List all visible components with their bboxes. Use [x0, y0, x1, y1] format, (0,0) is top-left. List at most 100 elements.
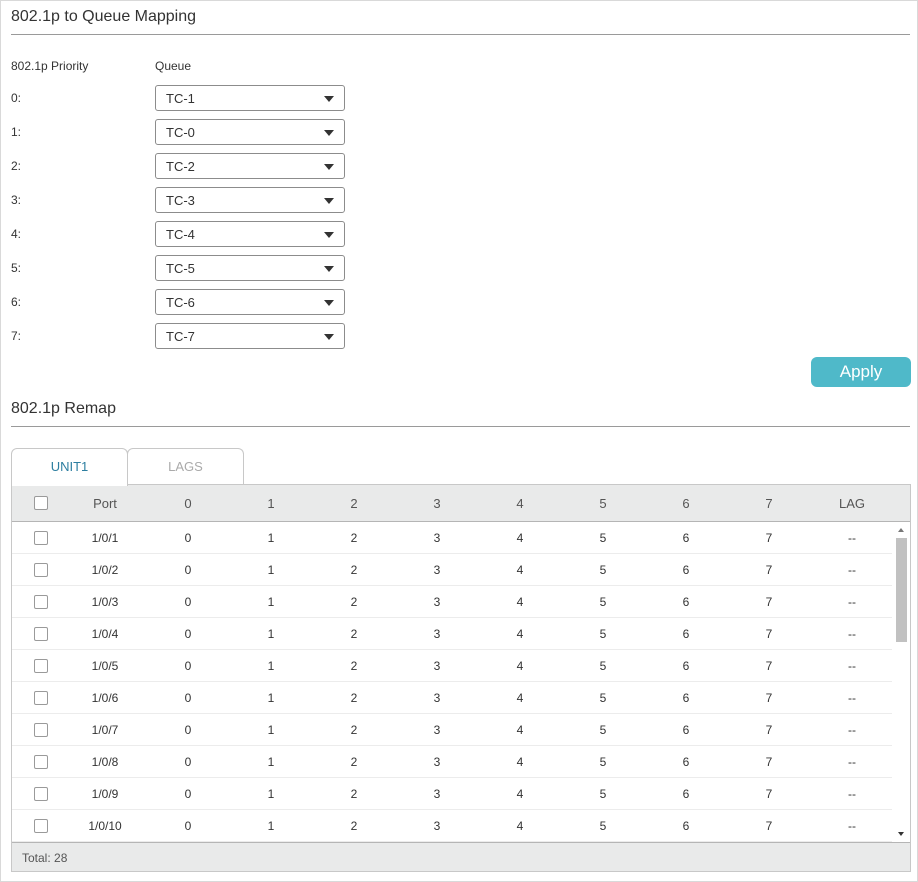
cell-prio-2: 2: [350, 627, 358, 641]
row-checkbox[interactable]: [34, 627, 48, 641]
row-checkbox[interactable]: [34, 563, 48, 577]
priority-label-6: 6:: [11, 295, 22, 309]
cell-prio-4: 4: [516, 595, 524, 609]
cell-port: 1/0/7: [91, 723, 119, 737]
cell-prio-7: 7: [765, 595, 773, 609]
row-checkbox[interactable]: [34, 691, 48, 705]
cell-port: 1/0/10: [88, 819, 122, 833]
cell-prio-1: 1: [267, 787, 275, 801]
cell-port: 1/0/6: [91, 691, 119, 705]
cell-prio-0: 0: [184, 787, 192, 801]
select-all-checkbox[interactable]: [34, 496, 48, 510]
scroll-up-icon[interactable]: [898, 528, 904, 532]
cell-prio-1: 1: [267, 723, 275, 737]
cell-prio-7: 7: [765, 723, 773, 737]
cell-prio-4: 4: [516, 531, 524, 545]
cell-port: 1/0/1: [91, 531, 119, 545]
cell-prio-2: 2: [350, 691, 358, 705]
scroll-thumb[interactable]: [896, 538, 907, 642]
cell-prio-3: 3: [433, 595, 441, 609]
chevron-down-icon: [324, 266, 334, 272]
cell-prio-0: 0: [184, 531, 192, 545]
cell-prio-5: 5: [599, 787, 607, 801]
queue-select-3[interactable]: TC-3: [155, 187, 345, 213]
chevron-down-icon: [324, 164, 334, 170]
table-row: 1/0/10 0 1 2 3 4 5 6 7 --: [12, 810, 892, 842]
cell-prio-5: 5: [599, 659, 607, 673]
table-row: 1/0/8 0 1 2 3 4 5 6 7 --: [12, 746, 892, 778]
row-checkbox[interactable]: [34, 531, 48, 545]
queue-select-4[interactable]: TC-4: [155, 221, 345, 247]
column-header-lag: LAG: [838, 496, 865, 511]
row-checkbox[interactable]: [34, 595, 48, 609]
row-checkbox[interactable]: [34, 819, 48, 833]
cell-prio-0: 0: [184, 563, 192, 577]
cell-prio-1: 1: [267, 755, 275, 769]
priority-label-4: 4:: [11, 227, 22, 241]
cell-lag: --: [848, 531, 856, 545]
priority-column-label: 802.1p Priority: [11, 59, 89, 73]
cell-prio-7: 7: [765, 787, 773, 801]
cell-prio-1: 1: [267, 595, 275, 609]
queue-select-0[interactable]: TC-1: [155, 85, 345, 111]
tab-unit1[interactable]: UNIT1: [11, 448, 128, 486]
column-header-port: Port: [93, 496, 117, 511]
table-scrollbar[interactable]: [893, 522, 910, 842]
cell-prio-5: 5: [599, 595, 607, 609]
cell-prio-6: 6: [682, 531, 690, 545]
chevron-down-icon: [324, 130, 334, 136]
cell-prio-4: 4: [516, 755, 524, 769]
cell-prio-4: 4: [516, 787, 524, 801]
queue-select-value: TC-5: [166, 261, 195, 276]
cell-prio-3: 3: [433, 563, 441, 577]
cell-prio-3: 3: [433, 755, 441, 769]
cell-port: 1/0/5: [91, 659, 119, 673]
cell-lag: --: [848, 787, 856, 801]
cell-prio-1: 1: [267, 659, 275, 673]
queue-select-7[interactable]: TC-7: [155, 323, 345, 349]
scroll-down-icon[interactable]: [898, 832, 904, 836]
cell-prio-5: 5: [599, 563, 607, 577]
cell-prio-1: 1: [267, 691, 275, 705]
cell-prio-0: 0: [184, 659, 192, 673]
cell-prio-4: 4: [516, 627, 524, 641]
cell-prio-1: 1: [267, 531, 275, 545]
tab-lags[interactable]: LAGS: [127, 448, 244, 485]
cell-prio-6: 6: [682, 723, 690, 737]
row-checkbox[interactable]: [34, 723, 48, 737]
queue-select-1[interactable]: TC-0: [155, 119, 345, 145]
column-header-2: 2: [350, 496, 358, 511]
row-checkbox[interactable]: [34, 755, 48, 769]
cell-prio-7: 7: [765, 755, 773, 769]
cell-prio-1: 1: [267, 819, 275, 833]
table-row: 1/0/2 0 1 2 3 4 5 6 7 --: [12, 554, 892, 586]
cell-prio-4: 4: [516, 723, 524, 737]
cell-prio-6: 6: [682, 755, 690, 769]
column-header-7: 7: [765, 496, 773, 511]
cell-lag: --: [848, 723, 856, 737]
cell-prio-6: 6: [682, 595, 690, 609]
cell-prio-5: 5: [599, 627, 607, 641]
cell-prio-5: 5: [599, 531, 607, 545]
apply-button[interactable]: Apply: [811, 357, 911, 387]
cell-port: 1/0/4: [91, 627, 119, 641]
queue-select-value: TC-4: [166, 227, 195, 242]
cell-prio-6: 6: [682, 787, 690, 801]
cell-prio-0: 0: [184, 819, 192, 833]
table-row: 1/0/6 0 1 2 3 4 5 6 7 --: [12, 682, 892, 714]
remap-table: Port 0 1 2 3 4 5 6 7 LAG 1/0/1 0 1 2 3 4 5 6 7 --…: [11, 484, 911, 872]
queue-select-6[interactable]: TC-6: [155, 289, 345, 315]
queue-select-5[interactable]: TC-5: [155, 255, 345, 281]
cell-prio-1: 1: [267, 627, 275, 641]
table-row: 1/0/1 0 1 2 3 4 5 6 7 --: [12, 522, 892, 554]
cell-prio-5: 5: [599, 723, 607, 737]
table-row: 1/0/3 0 1 2 3 4 5 6 7 --: [12, 586, 892, 618]
row-checkbox[interactable]: [34, 659, 48, 673]
cell-port: 1/0/8: [91, 755, 119, 769]
queue-select-value: TC-1: [166, 91, 195, 106]
cell-port: 1/0/2: [91, 563, 119, 577]
queue-select-2[interactable]: TC-2: [155, 153, 345, 179]
cell-prio-0: 0: [184, 755, 192, 769]
cell-prio-0: 0: [184, 691, 192, 705]
row-checkbox[interactable]: [34, 787, 48, 801]
